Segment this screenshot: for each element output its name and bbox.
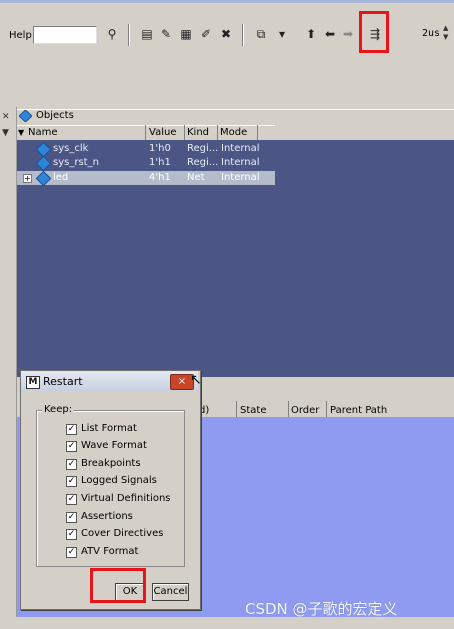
object-value: 1'h1 [149,157,171,168]
checkbox[interactable]: ✓ [66,547,77,558]
panel-close-icon[interactable]: ✕ [2,112,12,122]
checkbox[interactable]: ✓ [66,459,77,470]
signal-icon [35,170,52,187]
column-divider[interactable] [288,401,289,417]
object-row[interactable]: sys_clk 1'h0 Regi... Internal [17,141,275,158]
object-kind: Net [187,172,205,183]
sort-icon[interactable]: ▼ [18,128,24,137]
object-name: sys_clk [53,143,89,154]
object-name: led [53,172,69,183]
object-row-selected[interactable]: + led 4'h1 Net Internal [17,170,275,187]
spin-down-icon[interactable]: ▼ [443,33,453,42]
spin-up-icon[interactable]: ▲ [443,24,453,33]
column-divider[interactable] [217,125,218,140]
panel-collapse-icon[interactable]: ▼ [2,128,12,138]
restart-icon[interactable]: ⧉ [252,25,270,43]
column-name[interactable]: Name [28,127,58,138]
column-divider[interactable] [145,125,146,140]
option-label: Wave Format [81,440,147,451]
option-label: Virtual Definitions [81,493,171,504]
column-divider[interactable] [257,125,258,140]
expand-icon[interactable]: + [23,174,32,183]
signal-icon [35,155,52,172]
object-mode: Internal [221,143,260,154]
checkbox[interactable]: ✓ [66,529,77,540]
highlight-box-ok [90,568,146,603]
option-label: ATV Format [81,546,139,557]
checkbox[interactable]: ✓ [66,424,77,435]
checkbox[interactable]: ✓ [66,441,77,452]
edit-icon[interactable]: ✎ [157,25,175,43]
objects-icon [19,110,32,122]
column-divider[interactable] [326,401,327,417]
right-arrow-icon[interactable]: ➡ [339,25,357,43]
object-mode: Internal [221,157,260,168]
toolbar-separator [128,24,130,46]
checkbox[interactable]: ✓ [66,512,77,523]
column-kind[interactable]: Kind [187,127,209,138]
objects-pane-titlebar [17,109,454,125]
run-length-spinner[interactable]: ▲ ▼ [443,24,453,46]
left-arrow-icon[interactable]: ⬅ [321,25,339,43]
object-name: sys_rst_n [53,157,99,168]
save-icon[interactable]: ▤ [138,25,156,43]
option-label: Breakpoints [81,458,141,469]
option-label: Logged Signals [81,475,157,486]
keep-label: Keep: [42,404,75,415]
object-kind: Regi... [187,157,219,168]
log-icon[interactable]: ✐ [197,25,215,43]
toolbar-top-border [0,0,454,3]
objects-pane-title: Objects [36,110,74,121]
cancel-button[interactable]: Cancel [152,583,189,601]
checkbox[interactable]: ✓ [66,476,77,487]
column-state[interactable]: State [240,405,266,416]
checkbox[interactable]: ✓ [66,494,77,505]
up-arrow-icon[interactable]: ⬆ [302,25,320,43]
column-order[interactable]: Order [291,405,319,416]
option-label: List Format [81,423,137,434]
object-value: 4'h1 [149,172,171,183]
column-value[interactable]: Value [149,127,176,138]
run-length-field[interactable]: 2us [398,28,440,42]
option-label: Assertions [81,511,133,522]
left-panel-strip [0,107,17,617]
column-divider[interactable] [184,125,185,140]
help-search-input[interactable] [33,26,97,44]
object-row[interactable]: sys_rst_n 1'h1 Regi... Internal [17,155,275,172]
delete-icon[interactable]: ✖ [217,25,235,43]
watermark: CSDN @子歌的宏定义 [245,600,398,618]
column-divider[interactable] [236,401,237,417]
highlight-box-restart [359,11,389,53]
search-icon[interactable]: ⚲ [103,25,121,43]
dropdown-icon[interactable]: ▾ [273,25,291,43]
toolbar-separator [242,24,244,46]
help-label: Help [9,30,32,41]
table-icon[interactable]: ▦ [177,25,195,43]
object-mode: Internal [221,172,260,183]
object-kind: Regi... [187,143,219,154]
column-parent-path[interactable]: Parent Path [330,405,387,416]
column-mode[interactable]: Mode [220,127,247,138]
dialog-title: Restart [43,375,83,388]
modelsim-icon: M [26,376,40,389]
mouse-cursor-icon: ↖ [190,372,202,388]
option-label: Cover Directives [81,528,164,539]
object-value: 1'h0 [149,143,171,154]
